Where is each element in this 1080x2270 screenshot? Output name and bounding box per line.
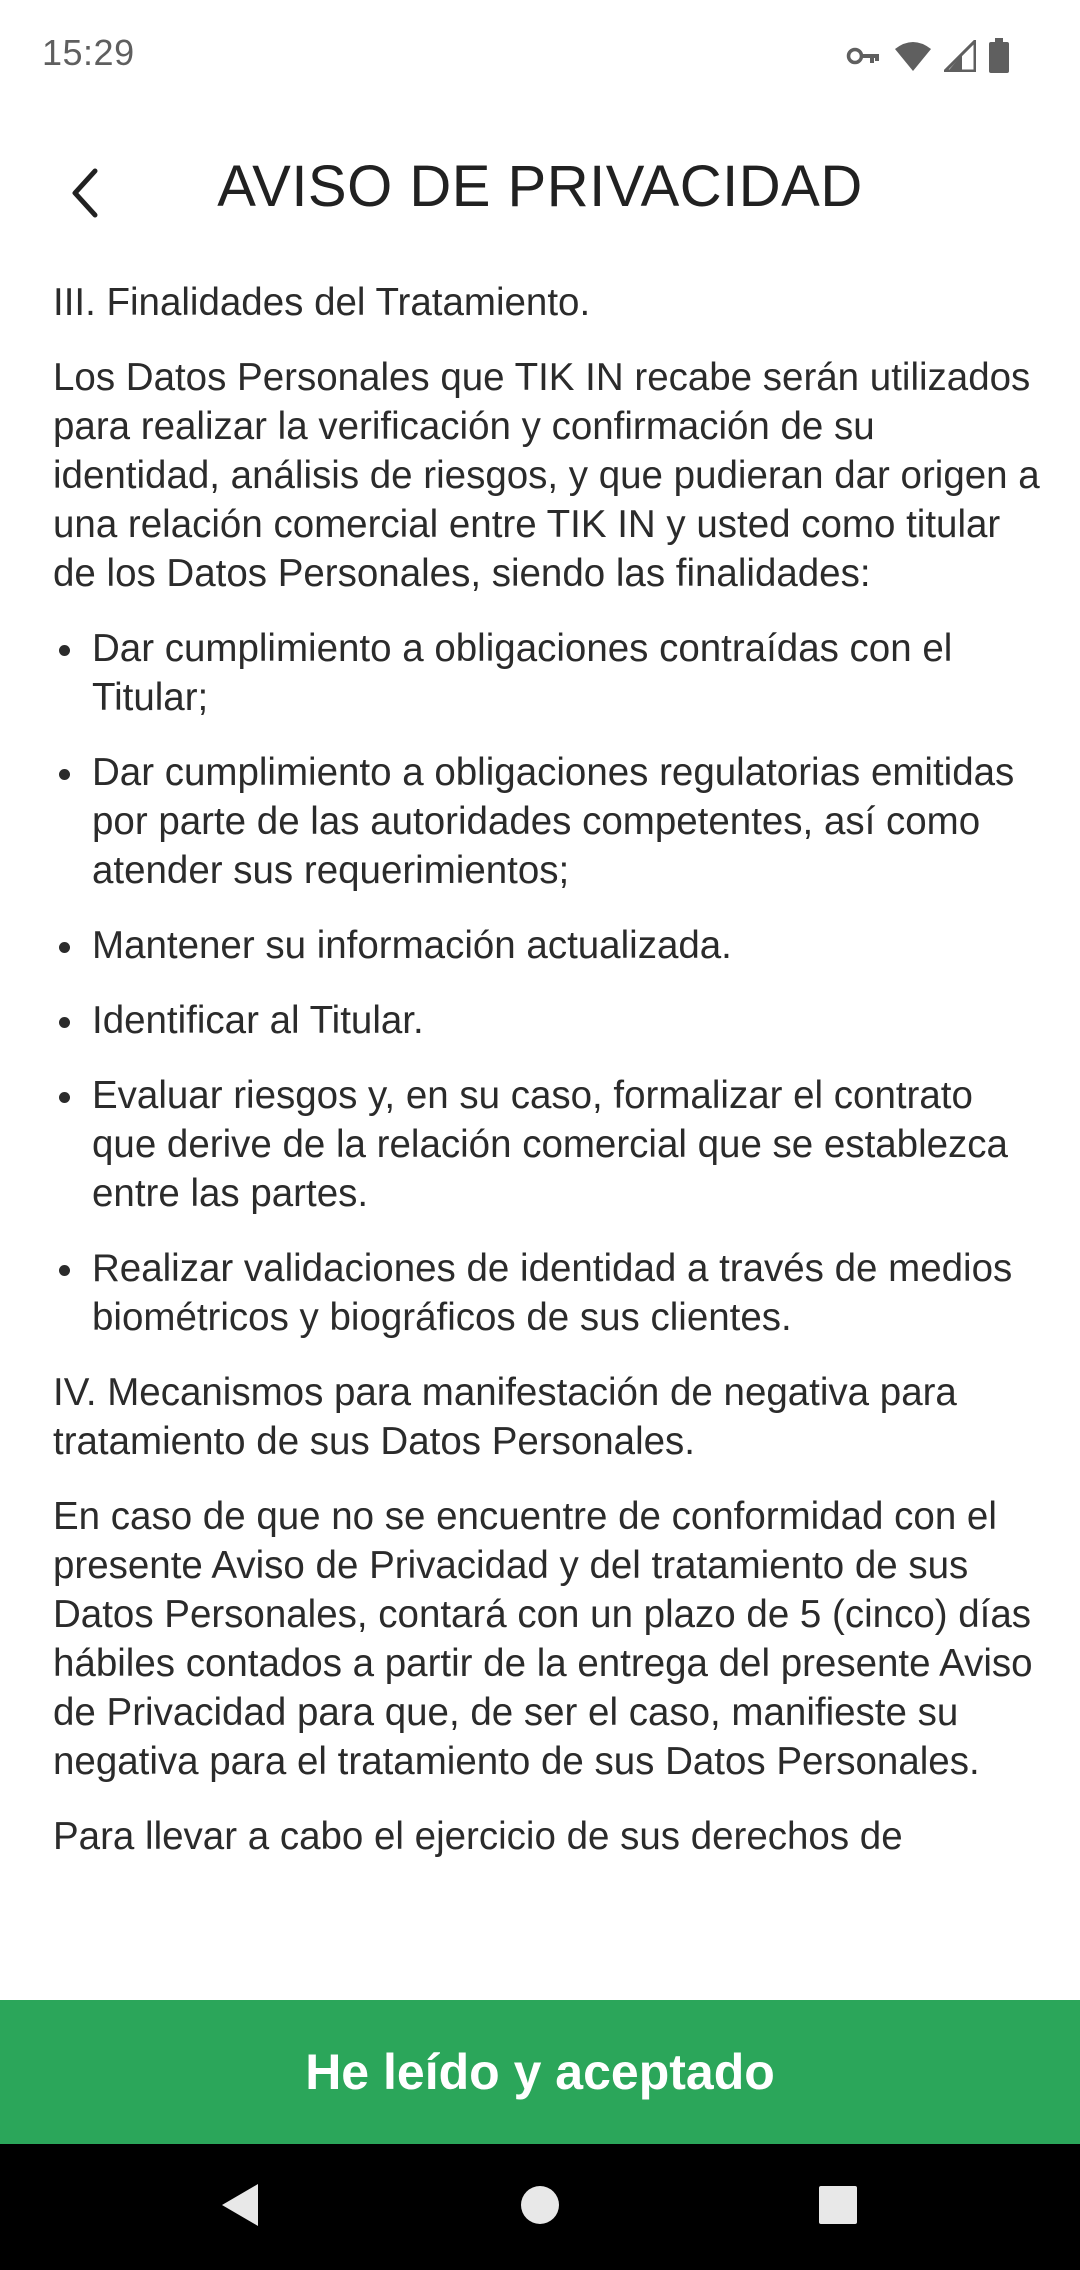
section-paragraph: Para llevar a cabo el ejercicio de sus d… bbox=[53, 1815, 903, 1858]
section-heading: IV. Mecanismos para manifestación de neg… bbox=[53, 1371, 957, 1463]
nav-home-button[interactable] bbox=[510, 2177, 570, 2237]
nav-recents-button[interactable] bbox=[808, 2177, 868, 2237]
status-icons bbox=[846, 36, 1010, 76]
nav-back-button[interactable] bbox=[210, 2177, 270, 2237]
list-item: Dar cumplimiento a obligaciones regulato… bbox=[53, 748, 1043, 895]
list-item: Realizar validaciones de identidad a tra… bbox=[53, 1244, 1043, 1342]
bullet-icon bbox=[59, 1017, 70, 1028]
battery-icon bbox=[988, 38, 1010, 74]
list-item-text: Identificar al Titular. bbox=[92, 999, 424, 1042]
list-item-text: Evaluar riesgos y, en su caso, formaliza… bbox=[92, 1074, 1008, 1215]
bullet-icon bbox=[59, 1265, 70, 1276]
list-item: Mantener su información actualizada. bbox=[53, 921, 1043, 970]
privacy-notice-content[interactable]: III. Finalidades del Tratamiento. Los Da… bbox=[53, 278, 1043, 1998]
list-item: Identificar al Titular. bbox=[53, 996, 1043, 1045]
list-item-text: Dar cumplimiento a obligaciones regulato… bbox=[92, 751, 1015, 892]
accept-button[interactable]: He leído y aceptado bbox=[0, 2000, 1080, 2144]
status-time: 15:29 bbox=[42, 32, 135, 73]
purposes-list: Dar cumplimiento a obligaciones contraíd… bbox=[53, 624, 1043, 1342]
cellular-signal-icon bbox=[944, 40, 976, 72]
list-item-text: Mantener su información actualizada. bbox=[92, 924, 732, 967]
list-item: Evaluar riesgos y, en su caso, formaliza… bbox=[53, 1071, 1043, 1218]
nav-recents-icon bbox=[818, 2185, 858, 2230]
nav-back-icon bbox=[218, 2182, 262, 2233]
bullet-icon bbox=[59, 942, 70, 953]
bullet-icon bbox=[59, 769, 70, 780]
list-item-text: Dar cumplimiento a obligaciones contraíd… bbox=[92, 627, 953, 719]
section-paragraph: Los Datos Personales que TIK IN recabe s… bbox=[53, 356, 1040, 595]
app-bar: AVISO DE PRIVACIDAD bbox=[0, 130, 1080, 245]
section-paragraph: En caso de que no se encuentre de confor… bbox=[53, 1495, 1033, 1783]
wifi-icon bbox=[894, 40, 932, 72]
vpn-key-icon bbox=[846, 44, 882, 68]
nav-home-icon bbox=[520, 2185, 560, 2230]
page-title: AVISO DE PRIVACIDAD bbox=[217, 154, 863, 219]
screen: 15:29 AVISO DE PRIVACIDAD III. Finalidad… bbox=[0, 0, 1080, 2270]
section-heading: III. Finalidades del Tratamiento. bbox=[53, 281, 591, 324]
list-item-text: Realizar validaciones de identidad a tra… bbox=[92, 1247, 1013, 1339]
navigation-bar bbox=[0, 2144, 1080, 2270]
list-item: Dar cumplimiento a obligaciones contraíd… bbox=[53, 624, 1043, 722]
bullet-icon bbox=[59, 1092, 70, 1103]
status-bar: 15:29 bbox=[0, 0, 1080, 110]
bullet-icon bbox=[59, 645, 70, 656]
